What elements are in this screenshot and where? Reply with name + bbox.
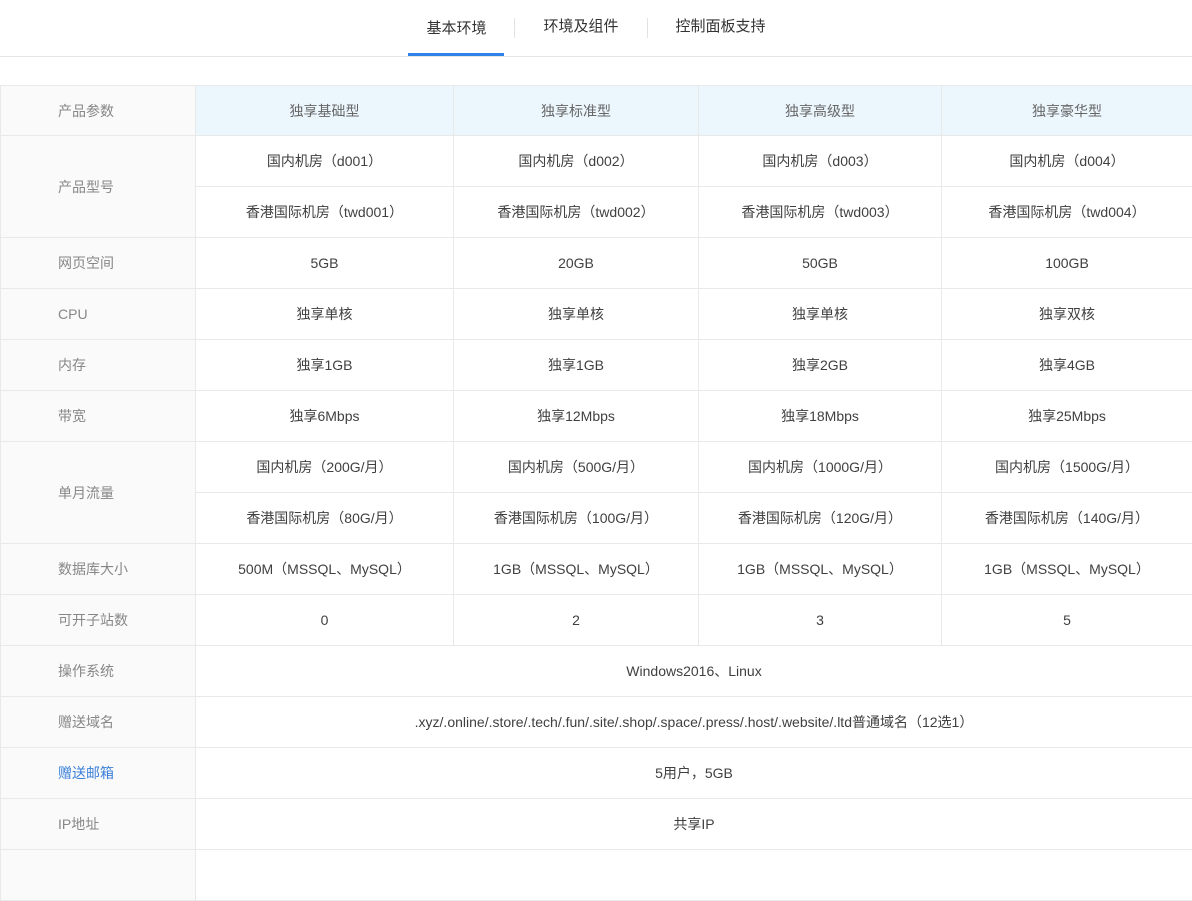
spec-cell: 香港国际机房（twd001） [196, 187, 454, 238]
table-row-os: 操作系统 Windows2016、Linux [1, 646, 1192, 697]
spec-cell: 独享单核 [699, 289, 942, 340]
spec-cell: 国内机房（200G/月） [196, 442, 454, 493]
spec-cell: 1GB（MSSQL、MySQL） [454, 544, 699, 595]
spec-cell: 国内机房（1500G/月） [942, 442, 1192, 493]
tab-bar: 基本环境 环境及组件 控制面板支持 [0, 0, 1192, 57]
tab-divider [647, 18, 648, 38]
spec-cell: 独享1GB [196, 340, 454, 391]
spec-cell: 国内机房（d002） [454, 136, 699, 187]
spec-cell: 香港国际机房（80G/月） [196, 493, 454, 544]
spec-cell: 香港国际机房（twd004） [942, 187, 1192, 238]
spec-cell: 1GB（MSSQL、MySQL） [942, 544, 1192, 595]
mailbox-link[interactable]: 赠送邮箱 [1, 748, 196, 799]
spec-cell: 独享单核 [454, 289, 699, 340]
spec-cell: 香港国际机房（twd002） [454, 187, 699, 238]
plan-header-standard: 独享标准型 [454, 86, 699, 136]
table-row-bandwidth: 带宽 独享6Mbps 独享12Mbps 独享18Mbps 独享25Mbps [1, 391, 1192, 442]
spec-cell-span: Windows2016、Linux [196, 646, 1192, 697]
spec-cell: 国内机房（d003） [699, 136, 942, 187]
spec-cell: 50GB [699, 238, 942, 289]
table-row-partial [1, 850, 1192, 901]
spec-cell-span: .xyz/.online/.store/.tech/.fun/.site/.sh… [196, 697, 1192, 748]
spec-cell: 独享25Mbps [942, 391, 1192, 442]
spec-cell: 独享双核 [942, 289, 1192, 340]
plan-header-advanced: 独享高级型 [699, 86, 942, 136]
spec-cell: 2 [454, 595, 699, 646]
spec-cell: 5 [942, 595, 1192, 646]
table-header-row: 产品参数 独享基础型 独享标准型 独享高级型 独享豪华型 [1, 86, 1192, 136]
product-spec-table: 产品参数 独享基础型 独享标准型 独享高级型 独享豪华型 产品型号 国内机房（d… [0, 85, 1192, 901]
tab-basic-environment[interactable]: 基本环境 [408, 0, 504, 56]
spec-cell: 国内机房（1000G/月） [699, 442, 942, 493]
tab-divider [514, 18, 515, 38]
table-row-domain: 赠送域名 .xyz/.online/.store/.tech/.fun/.sit… [1, 697, 1192, 748]
spec-cell: 香港国际机房（120G/月） [699, 493, 942, 544]
row-label-subsites: 可开子站数 [1, 595, 196, 646]
row-label-bandwidth: 带宽 [1, 391, 196, 442]
spec-cell: 国内机房（500G/月） [454, 442, 699, 493]
spec-cell: 独享6Mbps [196, 391, 454, 442]
spec-cell: 独享12Mbps [454, 391, 699, 442]
plan-header-basic: 独享基础型 [196, 86, 454, 136]
spec-cell-span [196, 850, 1192, 901]
spec-cell-span: 共享IP [196, 799, 1192, 850]
table-row-mailbox: 赠送邮箱 5用户，5GB [1, 748, 1192, 799]
table-row-webspace: 网页空间 5GB 20GB 50GB 100GB [1, 238, 1192, 289]
row-label-traffic: 单月流量 [1, 442, 196, 544]
spec-cell: 独享2GB [699, 340, 942, 391]
table-row-memory: 内存 独享1GB 独享1GB 独享2GB 独享4GB [1, 340, 1192, 391]
row-label-webspace: 网页空间 [1, 238, 196, 289]
row-label-ip: IP地址 [1, 799, 196, 850]
spec-cell: 100GB [942, 238, 1192, 289]
spec-cell: 3 [699, 595, 942, 646]
row-label-database: 数据库大小 [1, 544, 196, 595]
spec-cell: 1GB（MSSQL、MySQL） [699, 544, 942, 595]
table-row-subsites: 可开子站数 0 2 3 5 [1, 595, 1192, 646]
spec-cell: 20GB [454, 238, 699, 289]
spec-cell: 国内机房（d001） [196, 136, 454, 187]
table-row-model-domestic: 产品型号 国内机房（d001） 国内机房（d002） 国内机房（d003） 国内… [1, 136, 1192, 187]
param-header-cell: 产品参数 [1, 86, 196, 136]
row-label-memory: 内存 [1, 340, 196, 391]
spec-cell: 国内机房（d004） [942, 136, 1192, 187]
spec-cell: 独享1GB [454, 340, 699, 391]
tab-environment-components[interactable]: 环境及组件 [525, 0, 636, 56]
spec-cell: 5GB [196, 238, 454, 289]
spec-cell: 500M（MSSQL、MySQL） [196, 544, 454, 595]
spec-cell: 香港国际机房（100G/月） [454, 493, 699, 544]
row-label-partial [1, 850, 196, 901]
spec-cell: 香港国际机房（140G/月） [942, 493, 1192, 544]
row-label-domain: 赠送域名 [1, 697, 196, 748]
spec-cell: 独享单核 [196, 289, 454, 340]
row-label-os: 操作系统 [1, 646, 196, 697]
spec-cell-span: 5用户，5GB [196, 748, 1192, 799]
row-label-model: 产品型号 [1, 136, 196, 238]
tab-group: 基本环境 环境及组件 控制面板支持 [398, 0, 793, 56]
plan-header-deluxe: 独享豪华型 [942, 86, 1192, 136]
spec-cell: 香港国际机房（twd003） [699, 187, 942, 238]
spec-cell: 独享18Mbps [699, 391, 942, 442]
table-row-cpu: CPU 独享单核 独享单核 独享单核 独享双核 [1, 289, 1192, 340]
tab-control-panel-support[interactable]: 控制面板支持 [658, 0, 784, 56]
spec-cell: 0 [196, 595, 454, 646]
table-row-database: 数据库大小 500M（MSSQL、MySQL） 1GB（MSSQL、MySQL）… [1, 544, 1192, 595]
row-label-cpu: CPU [1, 289, 196, 340]
table-row-ip: IP地址 共享IP [1, 799, 1192, 850]
spec-cell: 独享4GB [942, 340, 1192, 391]
table-row-traffic-domestic: 单月流量 国内机房（200G/月） 国内机房（500G/月） 国内机房（1000… [1, 442, 1192, 493]
